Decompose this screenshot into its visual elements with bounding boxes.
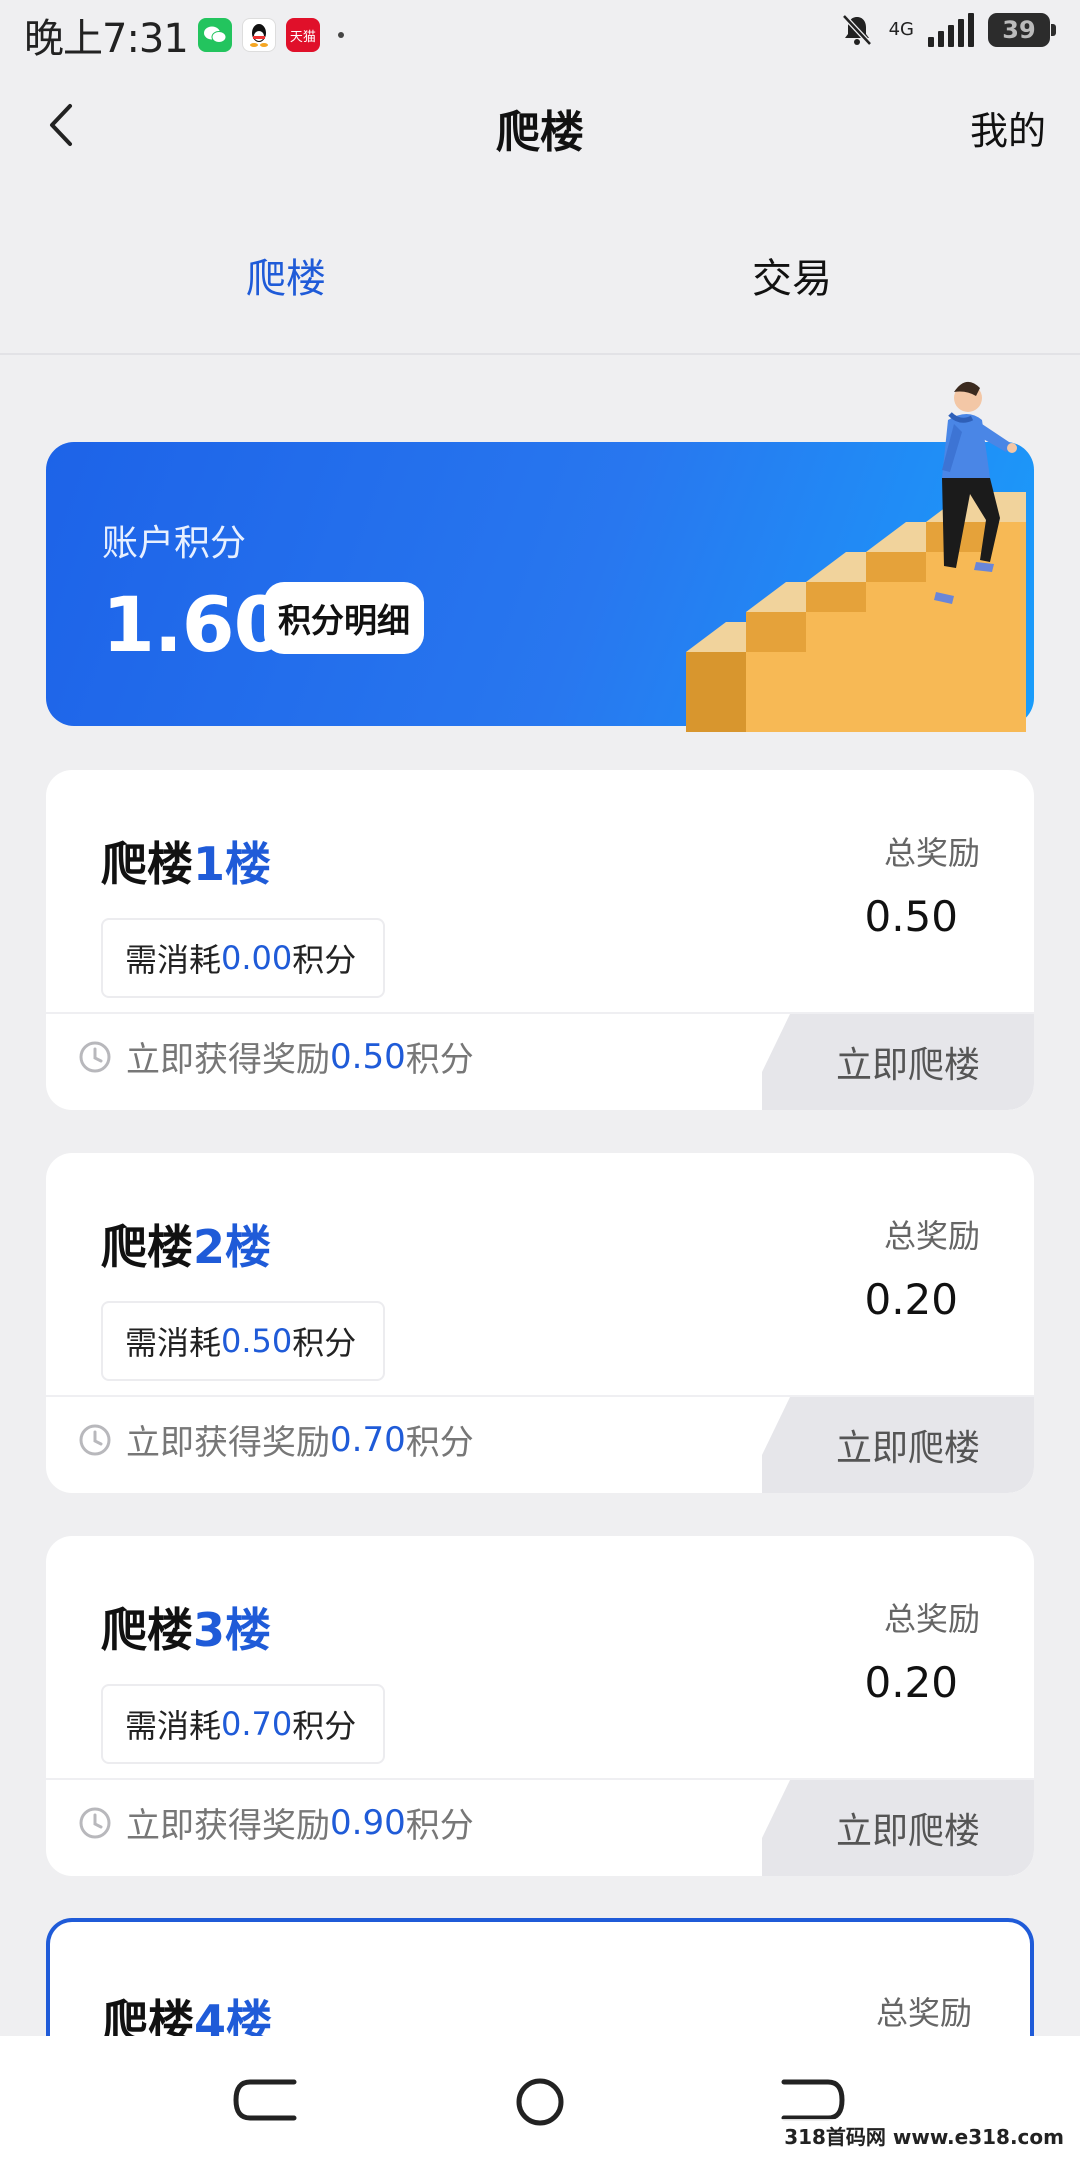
floor-title: 爬楼2楼 — [101, 1211, 271, 1277]
cost-box: 需消耗 0.50 积分 — [101, 1301, 385, 1381]
tab-climb[interactable]: 爬楼 — [246, 246, 326, 304]
total-reward-label: 总奖励 — [883, 834, 980, 872]
recent-apps-icon[interactable] — [232, 2078, 298, 2122]
gain-value: 0.70 — [330, 1419, 406, 1460]
signal-icon — [928, 13, 974, 47]
gain-value: 0.90 — [330, 1802, 406, 1843]
floor-title: 爬楼1楼 — [101, 828, 271, 894]
watermark: 318首码网 www.e318.com — [780, 2119, 1068, 2152]
cost-box: 需消耗 0.70 积分 — [101, 1684, 385, 1764]
climb-now-button[interactable]: 立即爬楼 — [762, 1780, 1034, 1876]
cost-suffix: 积分 — [292, 1707, 357, 1745]
floor-number: 1楼 — [193, 837, 272, 891]
gain-value: 0.50 — [330, 1036, 406, 1077]
gain-prefix: 立即获得奖励 — [126, 1806, 330, 1846]
mine-link[interactable]: 我的 — [970, 100, 1046, 155]
gain-suffix: 积分 — [405, 1806, 474, 1846]
clock-icon — [79, 1041, 111, 1072]
cost-value: 0.50 — [221, 1322, 293, 1360]
notification-dot — [337, 32, 344, 38]
system-nav-bar: 318首码网 www.e318.com — [0, 2036, 1080, 2160]
instant-reward-row: 立即获得奖励 0.90 积分 — [78, 1798, 474, 1847]
page-title: 爬楼 — [496, 107, 584, 158]
home-icon[interactable] — [514, 2078, 566, 2130]
floor-number: 3楼 — [193, 1603, 272, 1657]
account-points-value: 1.60 — [102, 580, 287, 669]
network-type: 4G — [888, 19, 914, 40]
gain-suffix: 积分 — [405, 1040, 474, 1080]
back-nav-icon[interactable] — [780, 2078, 846, 2122]
card-divider — [46, 1012, 1034, 1014]
floor-card: 爬楼2楼 需消耗 0.50 积分 总奖励 0.20 立即获得奖励 0.70 积分 立即爬… — [46, 1153, 1034, 1493]
tab-bar: 爬楼 交易 — [0, 230, 1080, 355]
gain-prefix: 立即获得奖励 — [126, 1040, 330, 1080]
wechat-icon — [197, 18, 232, 52]
gain-prefix: 立即获得奖励 — [126, 1423, 330, 1463]
floor-number: 2楼 — [193, 1220, 272, 1274]
floor-title: 爬楼3楼 — [101, 1594, 271, 1660]
cost-value: 0.00 — [221, 939, 293, 977]
account-banner: 账户积分 1.60 积分明细 — [46, 381, 1034, 732]
cost-suffix: 积分 — [292, 1324, 357, 1362]
account-points-label: 账户积分 — [102, 523, 247, 564]
total-reward-label: 总奖励 — [875, 1994, 972, 2032]
points-detail-button[interactable]: 积分明细 — [264, 582, 424, 654]
cost-suffix: 积分 — [292, 941, 357, 979]
cost-prefix: 需消耗 — [125, 1707, 222, 1745]
cost-value: 0.70 — [221, 1705, 293, 1743]
clock-icon — [79, 1424, 111, 1455]
climb-now-button[interactable]: 立即爬楼 — [762, 1397, 1034, 1493]
cost-prefix: 需消耗 — [125, 941, 222, 979]
status-time: 晚上7:31 — [24, 16, 189, 62]
gain-suffix: 积分 — [405, 1423, 474, 1463]
instant-reward-row: 立即获得奖励 0.50 积分 — [78, 1032, 474, 1081]
cost-box: 需消耗 0.00 积分 — [101, 918, 385, 998]
card-divider — [46, 1395, 1034, 1397]
card-divider — [46, 1778, 1034, 1780]
bell-muted-icon — [839, 12, 875, 48]
cost-prefix: 需消耗 — [125, 1324, 222, 1362]
floor-card: 爬楼1楼 需消耗 0.00 积分 总奖励 0.50 立即获得奖励 0.50 积分 立即爬… — [46, 770, 1034, 1110]
total-reward-value: 0.20 — [864, 1275, 958, 1324]
stairs-climber-illustration — [686, 381, 1026, 732]
total-reward-label: 总奖励 — [883, 1217, 980, 1255]
status-right: 4G 39 — [839, 12, 1056, 48]
climb-now-button[interactable]: 立即爬楼 — [762, 1014, 1034, 1110]
floor-title-prefix: 爬楼 — [101, 1220, 193, 1274]
top-nav: 爬楼 我的 — [0, 80, 1080, 170]
clock-icon — [79, 1807, 111, 1838]
total-reward-value: 0.20 — [864, 1658, 958, 1707]
tab-trade[interactable]: 交易 — [752, 246, 832, 304]
floor-title-prefix: 爬楼 — [101, 1603, 193, 1657]
qq-icon — [241, 18, 276, 52]
tmall-icon: 天猫 — [285, 18, 320, 52]
floor-title-prefix: 爬楼 — [101, 837, 193, 891]
floor-card: 爬楼3楼 需消耗 0.70 积分 总奖励 0.20 立即获得奖励 0.90 积分 立即爬… — [46, 1536, 1034, 1876]
instant-reward-row: 立即获得奖励 0.70 积分 — [78, 1415, 474, 1464]
total-reward-value: 0.50 — [864, 892, 958, 941]
status-bar: 晚上7:31 天猫 4G 39 — [0, 0, 1080, 70]
battery-icon: 39 — [988, 13, 1056, 47]
total-reward-label: 总奖励 — [883, 1600, 980, 1638]
